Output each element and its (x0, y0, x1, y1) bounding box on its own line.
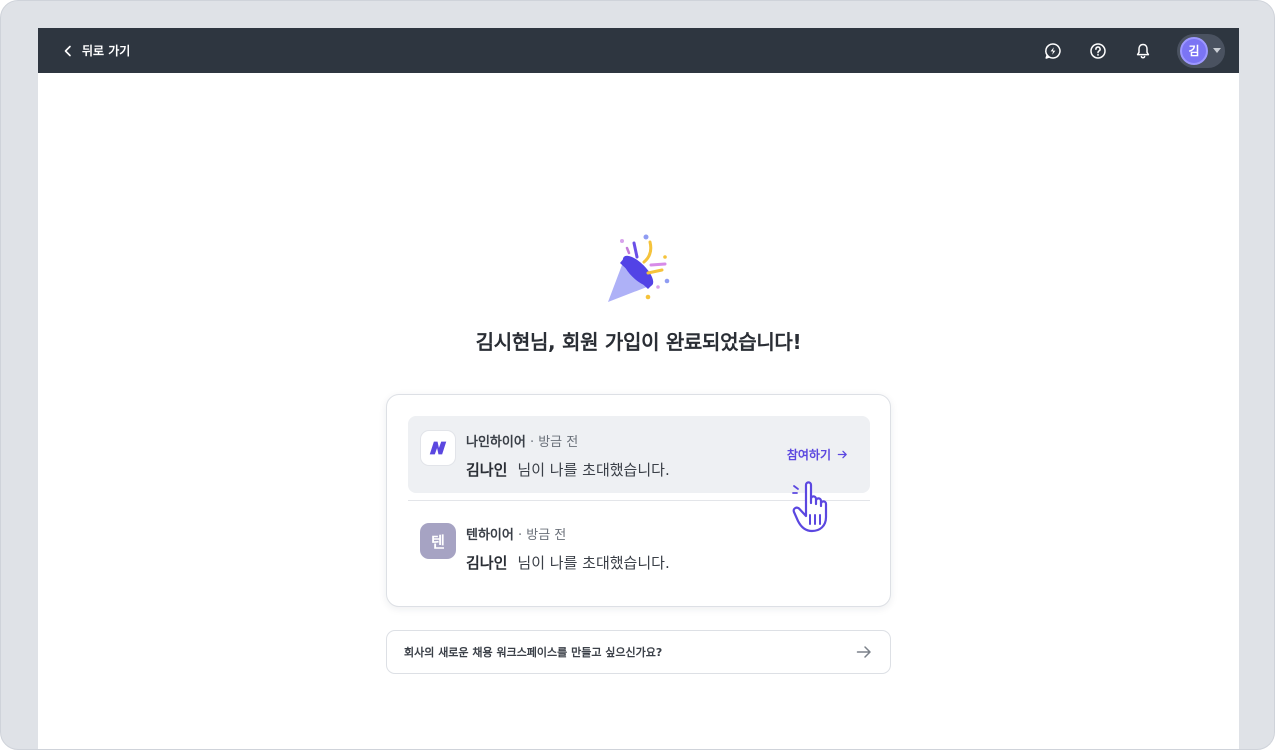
bell-icon (1136, 43, 1150, 58)
arrow-right-icon (837, 450, 847, 459)
device-frame: 뒤로 가기 김 김시현님, 회원 가입이 완료되었습니다! 나인하이어 · 방금… (0, 0, 1275, 750)
join-button[interactable]: 참여하기 (787, 446, 848, 463)
notifications-button[interactable] (1132, 40, 1154, 62)
invite-message: 김나인 님이 나를 초대했습니다. (466, 552, 670, 573)
pointer-hand-icon (792, 481, 828, 533)
page-title: 김시현님, 회원 가입이 완료되었습니다! (475, 330, 802, 354)
top-bar: 뒤로 가기 김 (38, 28, 1239, 73)
back-label: 뒤로 가기 (82, 44, 131, 58)
ninehire-logo (420, 430, 456, 466)
help-button[interactable] (1087, 40, 1109, 62)
help-icon (1090, 42, 1106, 59)
chat-button[interactable] (1042, 40, 1064, 62)
party-popper-icon (608, 234, 670, 302)
chat-icon (1045, 42, 1061, 59)
invite-text: 님이 나를 초대했습니다. (517, 461, 670, 479)
workspace-name: 텐하이어 (466, 528, 514, 543)
chevron-left-icon (64, 45, 71, 56)
chevron-down-icon (1213, 48, 1221, 53)
inviter-name: 김나인 (466, 554, 508, 572)
create-workspace-label: 회사의 새로운 채용 워크스페이스를 만들고 싶으신가요? (404, 646, 663, 659)
ninehire-logo-icon (429, 441, 447, 455)
tenhire-logo: 텐 (420, 523, 456, 559)
inviter-name: 김나인 (466, 461, 508, 479)
invite-text: 님이 나를 초대했습니다. (517, 554, 670, 572)
invite-meta: 텐하이어 · 방금 전 (466, 524, 566, 543)
join-label: 참여하기 (786, 448, 831, 462)
workspace-name: 나인하이어 (466, 435, 526, 450)
top-actions: 김 (1042, 33, 1225, 68)
invite-time: · 방금 전 (529, 435, 579, 450)
app-screen: 뒤로 가기 김 김시현님, 회원 가입이 완료되었습니다! 나인하이어 · 방금… (38, 28, 1239, 749)
invite-time: · 방금 전 (517, 528, 567, 543)
avatar: 김 (1180, 36, 1208, 65)
arrow-right-icon (856, 646, 871, 658)
profile-menu[interactable]: 김 (1177, 33, 1225, 68)
invite-meta: 나인하이어 · 방금 전 (466, 431, 578, 450)
invite-message: 김나인 님이 나를 초대했습니다. (466, 459, 670, 480)
create-workspace-button[interactable]: 회사의 새로운 채용 워크스페이스를 만들고 싶으신가요? (386, 630, 891, 674)
back-button[interactable]: 뒤로 가기 (62, 42, 130, 59)
